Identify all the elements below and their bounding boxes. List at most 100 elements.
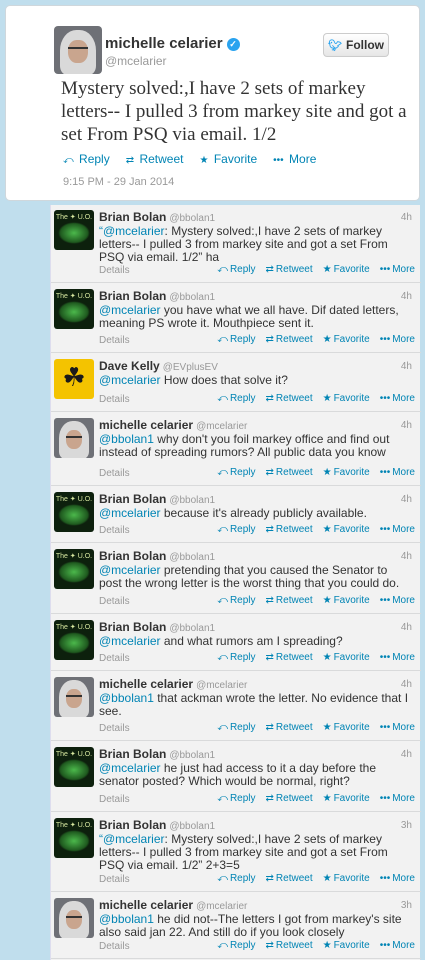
details-link[interactable]: Details [99,265,130,276]
mention-link[interactable]: @mcelarier [99,303,161,317]
reply-avatar[interactable]: ☘︎ [54,359,94,399]
more-button[interactable]: ••• More [380,524,415,535]
retweet-button[interactable]: ⇄ Retweet [266,393,313,404]
reply-avatar[interactable]: The ✦ U.O. [54,549,94,589]
favorite-button[interactable]: ★ Favorite [323,793,370,804]
follow-button[interactable]: 🐦︎ Follow [323,33,389,57]
reply-item[interactable]: The ✦ U.O. Brian Bolan @bbolan1 3h “@mcelari… [51,813,421,892]
more-button[interactable]: ••• More [380,793,415,804]
details-link[interactable]: Details [99,723,130,734]
reply-author[interactable]: Brian Bolan @bbolan1 [99,289,215,303]
favorite-button[interactable]: ★ Favorite [323,940,370,951]
retweet-button[interactable]: ⇄ Retweet [266,524,313,535]
reply-avatar[interactable]: The ✦ U.O. [54,747,94,787]
retweet-button[interactable]: ⇄ Retweet [266,264,313,275]
favorite-button[interactable]: ★ Favorite [200,152,258,166]
mention-link[interactable]: @bbolan1 [99,691,154,705]
reply-timestamp[interactable]: 4h [401,494,412,505]
favorite-button[interactable]: ★ Favorite [323,334,370,345]
mention-link[interactable]: @bbolan1 [99,912,154,926]
reply-item[interactable]: michelle celarier @mcelarier 3h @bbolan1 he… [51,893,421,959]
reply-author[interactable]: Brian Bolan @bbolan1 [99,492,215,506]
details-link[interactable]: Details [99,596,130,607]
reply-button[interactable]: ⤺ Reply [217,524,255,535]
details-link[interactable]: Details [99,653,130,664]
retweet-button[interactable]: ⇄ Retweet [266,652,313,663]
mention-link[interactable]: “@mcelarier [99,832,165,846]
reply-author[interactable]: michelle celarier @mcelarier [99,898,247,912]
more-button[interactable]: ••• More [273,152,316,166]
more-button[interactable]: ••• More [380,393,415,404]
retweet-button[interactable]: ⇄ Retweet [266,467,313,478]
retweet-button[interactable]: ⇄ Retweet [266,595,313,606]
favorite-button[interactable]: ★ Favorite [323,264,370,275]
more-button[interactable]: ••• More [380,722,415,733]
reply-item[interactable]: The ✦ U.O. Brian Bolan @bbolan1 4h @mcelarie… [51,284,421,353]
reply-item[interactable]: ☘︎ Dave Kelly @EVplusEV 4h @mcelarier How do… [51,354,421,412]
more-button[interactable]: ••• More [380,467,415,478]
retweet-button[interactable]: ⇄ Retweet [126,152,184,166]
more-button[interactable]: ••• More [380,940,415,951]
mention-link[interactable]: @mcelarier [99,506,161,520]
retweet-button[interactable]: ⇄ Retweet [266,334,313,345]
details-link[interactable]: Details [99,468,130,479]
reply-item[interactable]: The ✦ U.O. Brian Bolan @bbolan1 4h “@mcelari… [51,205,421,283]
favorite-button[interactable]: ★ Favorite [323,595,370,606]
reply-item[interactable]: The ✦ U.O. Brian Bolan @bbolan1 4h @mcelarie… [51,742,421,812]
mention-link[interactable]: @mcelarier [99,373,161,387]
reply-button[interactable]: ⤺ Reply [217,873,255,884]
reply-button[interactable]: ⤺ Reply [217,722,255,733]
mention-link[interactable]: @bbolan1 [99,432,154,446]
retweet-button[interactable]: ⇄ Retweet [266,940,313,951]
reply-timestamp[interactable]: 4h [401,622,412,633]
more-button[interactable]: ••• More [380,595,415,606]
retweet-button[interactable]: ⇄ Retweet [266,722,313,733]
reply-button[interactable]: ⤺ Reply [217,393,255,404]
reply-avatar[interactable]: The ✦ U.O. [54,492,94,532]
reply-author[interactable]: Dave Kelly @EVplusEV [99,359,218,373]
tweet-date[interactable]: 9:15 PM - 29 Jan 2014 [63,176,174,188]
reply-button[interactable]: ⤺ Reply [217,467,255,478]
favorite-button[interactable]: ★ Favorite [323,393,370,404]
reply-author[interactable]: Brian Bolan @bbolan1 [99,620,215,634]
more-button[interactable]: ••• More [380,652,415,663]
reply-timestamp[interactable]: 4h [401,679,412,690]
author-name[interactable]: michelle celarier ✓ [105,35,240,52]
author-avatar[interactable] [54,26,102,74]
reply-timestamp[interactable]: 4h [401,212,412,223]
favorite-button[interactable]: ★ Favorite [323,873,370,884]
reply-avatar[interactable] [54,898,94,938]
favorite-button[interactable]: ★ Favorite [323,652,370,663]
details-link[interactable]: Details [99,394,130,405]
retweet-button[interactable]: ⇄ Retweet [266,873,313,884]
more-button[interactable]: ••• More [380,873,415,884]
reply-item[interactable]: The ✦ U.O. Brian Bolan @bbolan1 4h @mcelarie… [51,487,421,543]
details-link[interactable]: Details [99,941,130,952]
reply-avatar[interactable] [54,418,94,458]
reply-button[interactable]: ⤺ Reply [217,595,255,606]
details-link[interactable]: Details [99,794,130,805]
mention-link[interactable]: @mcelarier [99,563,161,577]
reply-author[interactable]: Brian Bolan @bbolan1 [99,818,215,832]
reply-button[interactable]: ⤺ Reply [217,652,255,663]
favorite-button[interactable]: ★ Favorite [323,467,370,478]
mention-link[interactable]: “@mcelarier [99,224,165,238]
mention-link[interactable]: @mcelarier [99,761,161,775]
favorite-button[interactable]: ★ Favorite [323,524,370,535]
reply-timestamp[interactable]: 4h [401,551,412,562]
reply-timestamp[interactable]: 3h [401,900,412,911]
author-handle[interactable]: @mcelarier [105,54,167,68]
favorite-button[interactable]: ★ Favorite [323,722,370,733]
more-button[interactable]: ••• More [380,334,415,345]
reply-avatar[interactable]: The ✦ U.O. [54,620,94,660]
reply-timestamp[interactable]: 4h [401,291,412,302]
reply-item[interactable]: The ✦ U.O. Brian Bolan @bbolan1 4h @mcelarie… [51,544,421,614]
reply-avatar[interactable]: The ✦ U.O. [54,818,94,858]
reply-button[interactable]: ⤺ Reply [217,793,255,804]
details-link[interactable]: Details [99,874,130,885]
reply-author[interactable]: Brian Bolan @bbolan1 [99,549,215,563]
reply-item[interactable]: michelle celarier @mcelarier 4h @bbolan1 wh… [51,413,421,486]
reply-button[interactable]: ⤺ Reply [217,264,255,275]
reply-button[interactable]: ⤺ Reply [217,940,255,951]
reply-avatar[interactable]: The ✦ U.O. [54,210,94,250]
